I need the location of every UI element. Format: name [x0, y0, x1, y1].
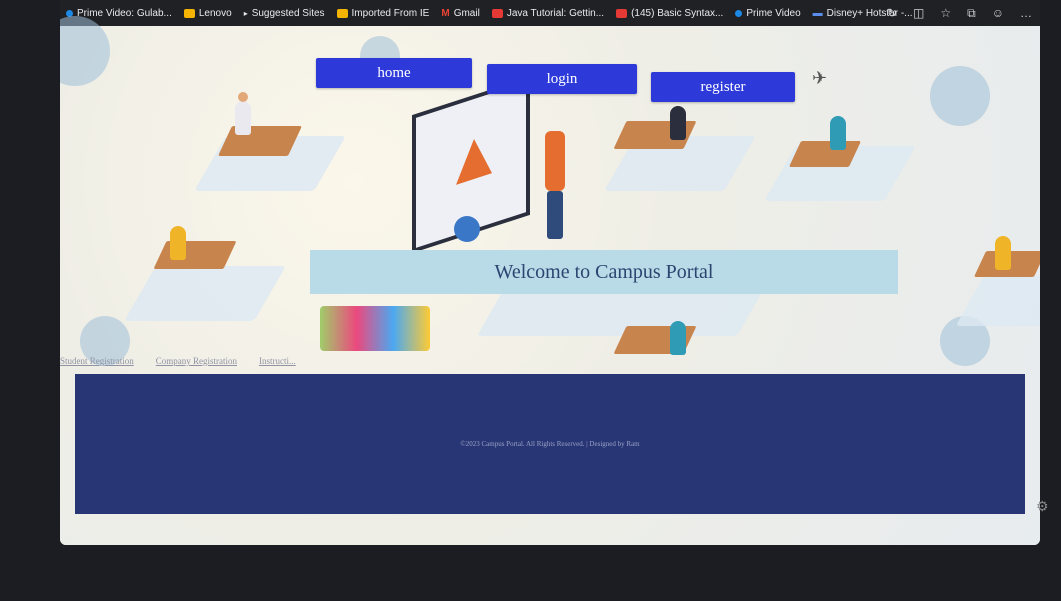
student-illustration: [670, 321, 686, 355]
student-illustration: [830, 116, 846, 150]
folder-icon: [183, 8, 195, 18]
virus-decoration: [60, 16, 110, 86]
youtube-icon: [616, 8, 628, 18]
campus-portal-page: ✈ home login register Welcome to Campus …: [60, 16, 1040, 545]
pyramid-chart-illustration: [456, 133, 492, 185]
monitor-frame: Prime Video: Gulab... Lenovo ▸ Suggested…: [0, 0, 1061, 601]
desk-illustration: [788, 141, 862, 167]
teacher-illustration: [545, 131, 565, 191]
hotstar-icon: ▬: [812, 7, 823, 19]
desk-illustration: [218, 126, 302, 156]
folder-icon: [336, 8, 348, 18]
prime-video-icon: [735, 9, 743, 17]
student-registration-link[interactable]: Student Registration: [60, 356, 134, 366]
bookmarks-bar: Prime Video: Gulab... Lenovo ▸ Suggested…: [60, 0, 1040, 26]
footer: ©2023 Campus Portal. All Rights Reserved…: [75, 374, 1025, 514]
footer-copyright: ©2023 Campus Portal. All Rights Reserved…: [460, 440, 640, 448]
bookmark-gmail[interactable]: M Gmail: [441, 8, 479, 19]
floor-tile: [955, 276, 1040, 326]
split-screen-icon[interactable]: ◫: [913, 6, 924, 20]
desk-illustration: [153, 241, 237, 269]
student-illustration: [170, 226, 186, 260]
bookmark-basic-syntax[interactable]: (145) Basic Syntax...: [616, 8, 723, 19]
floor-tile: [124, 266, 286, 321]
settings-gear-icon[interactable]: ⚙: [1036, 498, 1049, 515]
company-registration-link[interactable]: Company Registration: [156, 356, 237, 366]
refresh-icon[interactable]: ↻: [887, 6, 897, 20]
login-button[interactable]: login: [487, 64, 637, 94]
register-button[interactable]: register: [651, 72, 795, 102]
books-illustration: [320, 306, 430, 351]
collections-icon[interactable]: ⧉: [967, 6, 976, 21]
favorites-icon[interactable]: ☆: [940, 6, 951, 20]
student-illustration: [235, 101, 251, 135]
gmail-icon: M: [441, 7, 450, 19]
bookmark-prime-video[interactable]: Prime Video: [735, 8, 801, 19]
suggested-sites-icon: ▸: [243, 8, 248, 18]
bookmark-java-tutorial[interactable]: Java Tutorial: Gettin...: [491, 8, 604, 19]
bottom-links: Student Registration Company Registratio…: [60, 356, 318, 366]
browser-toolbar-icons: ↻ ◫ ☆ ⧉ ☺ …: [871, 0, 1032, 26]
paper-plane-icon: ✈: [812, 68, 828, 88]
more-menu-icon[interactable]: …: [1020, 6, 1032, 20]
instructions-link[interactable]: Instructi...: [259, 356, 296, 366]
globe-icon: [454, 216, 480, 242]
bookmark-suggested-sites[interactable]: ▸ Suggested Sites: [244, 8, 325, 19]
virus-decoration: [930, 66, 990, 126]
profile-icon[interactable]: ☺: [992, 6, 1004, 20]
teacher-legs-illustration: [547, 191, 563, 239]
student-illustration: [995, 236, 1011, 270]
bookmark-imported-from-ie[interactable]: Imported From IE: [336, 8, 429, 19]
browser-window: Prime Video: Gulab... Lenovo ▸ Suggested…: [60, 0, 1040, 545]
welcome-banner: Welcome to Campus Portal: [310, 250, 898, 294]
home-button[interactable]: home: [316, 58, 472, 88]
student-illustration: [670, 106, 686, 140]
bookmark-lenovo[interactable]: Lenovo: [183, 8, 232, 19]
student-head-illustration: [238, 92, 248, 102]
youtube-icon: [491, 8, 503, 18]
